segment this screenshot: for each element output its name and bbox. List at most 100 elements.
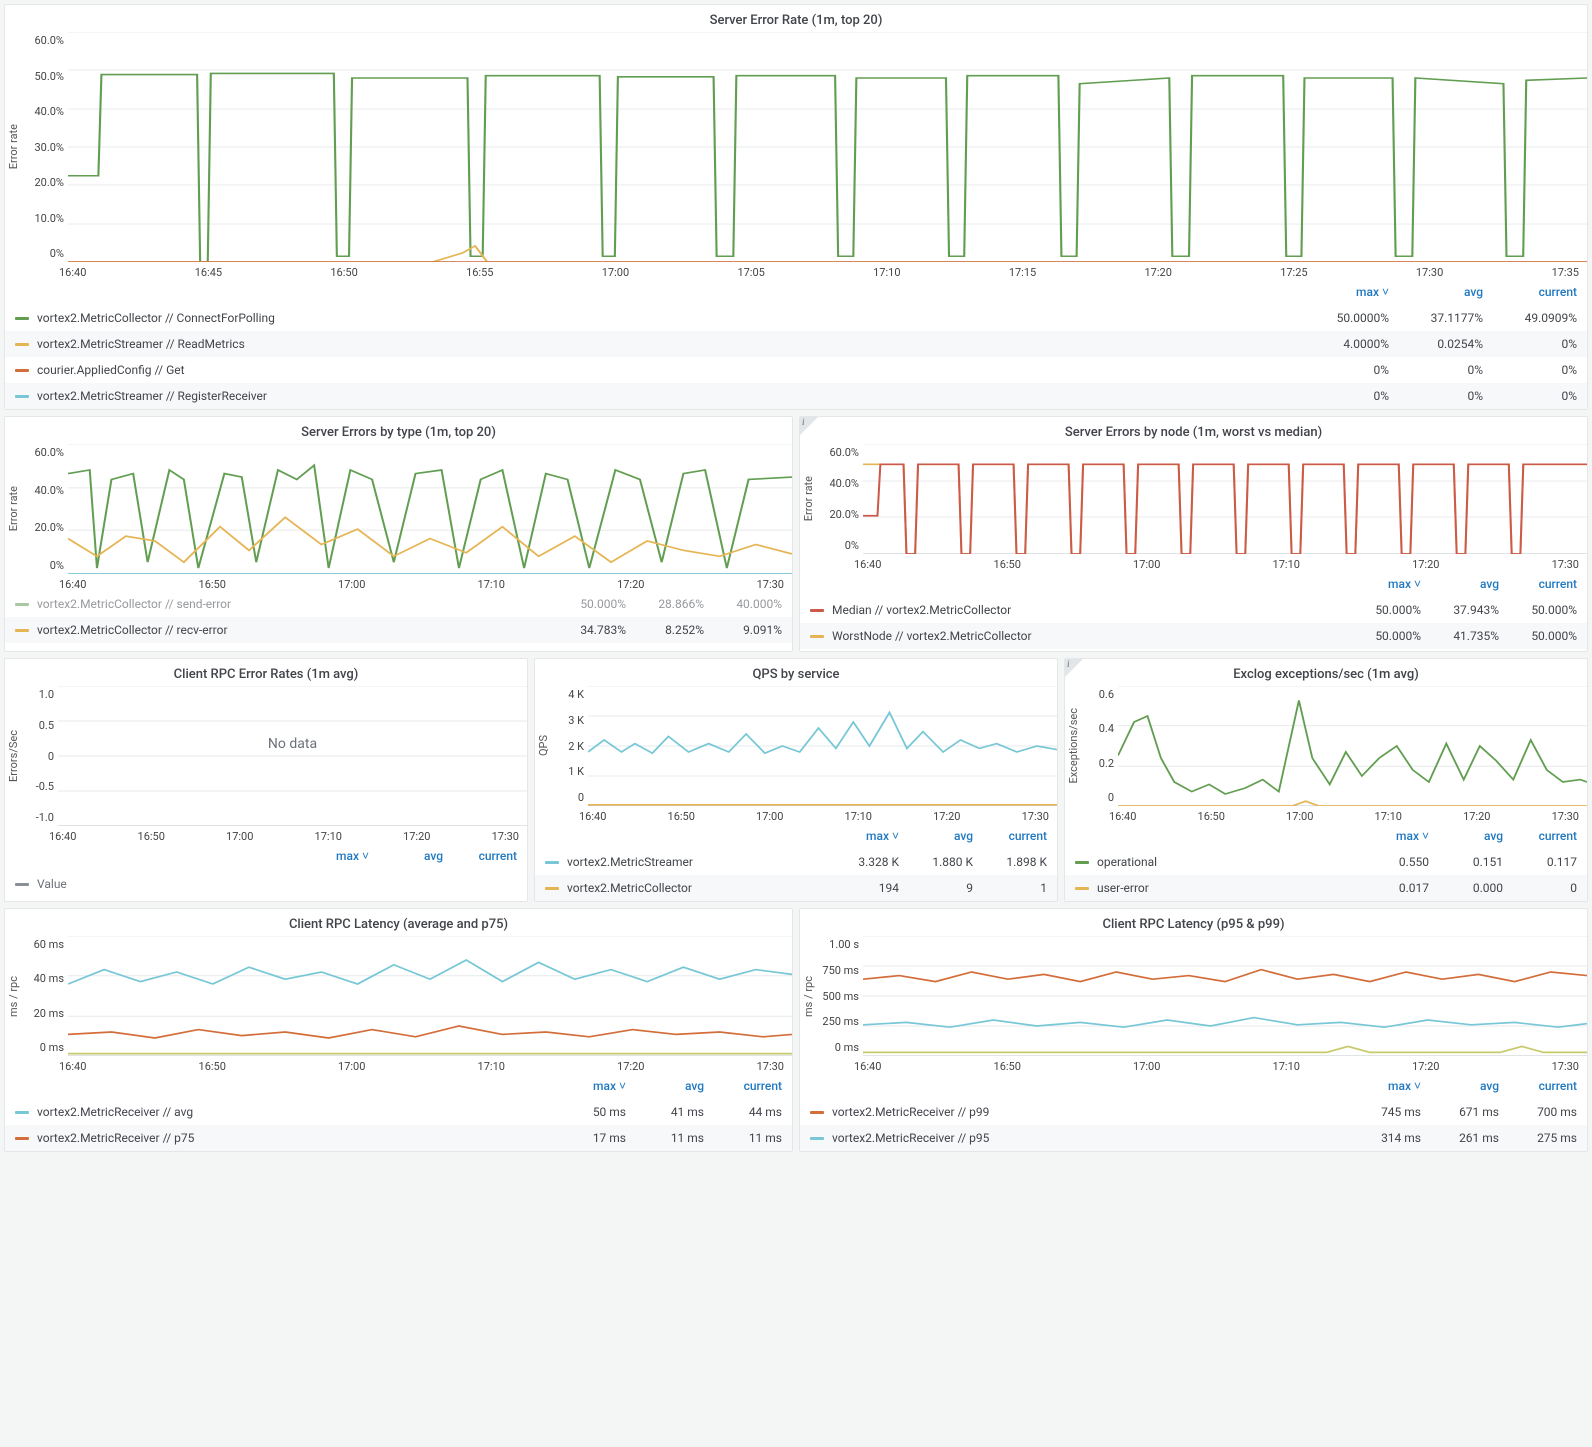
y-axis-label: Errors/Sec <box>5 730 22 782</box>
panel-server-errors-by-node[interactable]: Server Errors by node (1m, worst vs medi… <box>799 416 1588 652</box>
x-axis-ticks: 16:4016:5017:0017:1017:2017:30 <box>1101 806 1587 823</box>
panel-title: Server Errors by node (1m, worst vs medi… <box>800 417 1587 444</box>
swatch-icon <box>810 1111 824 1114</box>
panel-client-rpc-error-rates[interactable]: Client RPC Error Rates (1m avg) Errors/S… <box>4 658 528 902</box>
swatch-icon <box>15 1111 29 1114</box>
chart-svg <box>1118 686 1587 806</box>
swatch-icon <box>810 1137 824 1140</box>
legend-row[interactable]: vortex2.MetricCollector 19491 <box>535 875 1057 901</box>
y-axis-label: Exceptions/sec <box>1065 708 1082 783</box>
x-axis-ticks: 16:4016:5017:0017:1017:2017:30 <box>846 554 1587 571</box>
x-axis-ticks: 16:4016:5017:0017:1017:2017:30 <box>51 1056 792 1073</box>
legend: max avg current Value <box>5 843 527 899</box>
panel-qps-by-service[interactable]: QPS by service QPS 4 K3 K2 K1 K0 <box>534 658 1058 902</box>
y-axis-label: Error rate <box>5 486 22 531</box>
legend-sort-max[interactable]: max <box>1347 1079 1421 1093</box>
swatch-icon <box>810 635 824 638</box>
legend-row[interactable]: vortex2.MetricReceiver // p95 314 ms261 … <box>800 1125 1587 1151</box>
swatch-icon <box>15 603 29 606</box>
legend-sort-avg[interactable]: avg <box>1425 577 1499 591</box>
chart-svg <box>863 444 1587 554</box>
legend-sort-current[interactable]: current <box>1487 285 1577 299</box>
no-data-label: No data <box>268 736 317 752</box>
panel-title: QPS by service <box>535 659 1057 686</box>
y-axis-ticks: 60 ms40 ms20 ms0 ms <box>22 936 68 1056</box>
panel-title: Server Errors by type (1m, top 20) <box>5 417 792 444</box>
legend-sort-avg[interactable]: avg <box>1393 285 1483 299</box>
chart-svg <box>68 444 792 574</box>
swatch-icon <box>15 369 29 372</box>
legend-sort-max[interactable]: max <box>299 849 369 863</box>
legend-sort-max[interactable]: max <box>1359 829 1429 843</box>
legend-sort-avg[interactable]: avg <box>1425 1079 1499 1093</box>
x-axis-ticks: 16:4016:5017:0017:1017:2017:30 <box>846 1056 1587 1073</box>
legend: max avg current operational 0.5500.1510.… <box>1065 823 1587 901</box>
legend-sort-avg[interactable]: avg <box>630 1079 704 1093</box>
info-icon[interactable] <box>1065 659 1083 677</box>
y-axis-ticks: 0.60.40.20 <box>1082 686 1118 806</box>
legend-sort-avg[interactable]: avg <box>1433 829 1503 843</box>
swatch-icon <box>545 861 559 864</box>
y-axis-ticks: 4 K3 K2 K1 K0 <box>552 686 588 806</box>
panel-title: Server Error Rate (1m, top 20) <box>5 5 1587 32</box>
y-axis-ticks: 1.00.50-0.5-1.0 <box>22 686 58 826</box>
legend-row[interactable]: vortex2.MetricStreamer // ReadMetrics 4.… <box>5 331 1587 357</box>
legend-sort-current[interactable]: current <box>708 1079 782 1093</box>
legend-sort-current[interactable]: current <box>1503 577 1577 591</box>
y-axis-label: ms / rpc <box>800 976 817 1017</box>
chart-svg <box>68 32 1587 262</box>
legend-sort-max[interactable]: max <box>552 1079 626 1093</box>
legend: max avg current vortex2.MetricStreamer 3… <box>535 823 1057 901</box>
legend-sort-max[interactable]: max <box>829 829 899 843</box>
legend-sort-max[interactable]: max <box>1299 285 1389 299</box>
swatch-icon <box>15 343 29 346</box>
legend-sort-avg[interactable]: avg <box>903 829 973 843</box>
legend-sort-current[interactable]: current <box>1503 1079 1577 1093</box>
swatch-icon <box>15 1137 29 1140</box>
legend-row[interactable]: vortex2.MetricStreamer 3.328 K1.880 K1.8… <box>535 849 1057 875</box>
legend-sort-current[interactable]: current <box>977 829 1047 843</box>
info-icon[interactable] <box>800 417 818 435</box>
swatch-icon <box>15 395 29 398</box>
legend-row[interactable]: vortex2.MetricReceiver // p99 745 ms671 … <box>800 1099 1587 1125</box>
panel-exclog-exceptions[interactable]: Exclog exceptions/sec (1m avg) Exception… <box>1064 658 1588 902</box>
panel-title: Exclog exceptions/sec (1m avg) <box>1065 659 1587 686</box>
swatch-icon <box>545 887 559 890</box>
legend-row[interactable]: vortex2.MetricStreamer // send-error 0.0… <box>5 643 792 651</box>
legend-sort-current[interactable]: current <box>1507 829 1577 843</box>
legend-row[interactable]: vortex2.MetricStreamer // RegisterReceiv… <box>5 383 1587 409</box>
legend-row[interactable]: vortex2.MetricReceiver // p75 17 ms11 ms… <box>5 1125 792 1151</box>
chart-svg <box>58 686 527 826</box>
legend-row[interactable]: WorstNode // vortex2.MetricCollector 50.… <box>800 623 1587 649</box>
y-axis-ticks: 1.00 s750 ms500 ms250 ms0 ms <box>817 936 863 1056</box>
panel-client-rpc-latency-p95-p99[interactable]: Client RPC Latency (p95 & p99) ms / rpc … <box>799 908 1588 1152</box>
panel-client-rpc-latency-avg-p75[interactable]: Client RPC Latency (average and p75) ms … <box>4 908 793 1152</box>
panel-title: Client RPC Error Rates (1m avg) <box>5 659 527 686</box>
legend: max avg current vortex2.MetricReceiver /… <box>800 1073 1587 1151</box>
legend-row[interactable]: Value <box>5 869 527 899</box>
panel-server-error-rate[interactable]: Server Error Rate (1m, top 20) Error rat… <box>4 4 1588 410</box>
panel-server-errors-by-type[interactable]: Server Errors by type (1m, top 20) Error… <box>4 416 793 652</box>
y-axis-ticks: 60.0%40.0%20.0%0% <box>22 444 68 574</box>
swatch-icon <box>810 609 824 612</box>
legend-sort-max[interactable]: max <box>1347 577 1421 591</box>
y-axis-ticks: 60.0%50.0%40.0%30.0%20.0%10.0%0% <box>22 32 68 262</box>
panel-title: Client RPC Latency (p95 & p99) <box>800 909 1587 936</box>
swatch-icon <box>15 883 29 886</box>
legend-body: vortex2.MetricCollector // ConnectForPol… <box>5 305 1587 409</box>
legend-row[interactable]: vortex2.MetricReceiver // avg 50 ms41 ms… <box>5 1099 792 1125</box>
legend-row[interactable]: operational 0.5500.1510.117 <box>1065 849 1587 875</box>
legend-row[interactable]: user-error 0.0170.0000 <box>1065 875 1587 901</box>
panel-title: Client RPC Latency (average and p75) <box>5 909 792 936</box>
legend-sort-avg[interactable]: avg <box>373 849 443 863</box>
legend-row[interactable]: vortex2.MetricCollector // recv-error 34… <box>5 617 792 643</box>
legend-row[interactable]: vortex2.MetricCollector // send-error 50… <box>5 591 792 617</box>
legend: max avg current Median // vortex2.Metric… <box>800 571 1587 649</box>
legend-row[interactable]: courier.AppliedConfig // Get 0%0%0% <box>5 357 1587 383</box>
legend-row[interactable]: Median // vortex2.MetricCollector 50.000… <box>800 597 1587 623</box>
legend-sort-current[interactable]: current <box>447 849 517 863</box>
dashboard: Server Error Rate (1m, top 20) Error rat… <box>4 4 1588 1152</box>
legend-row[interactable]: vortex2.MetricCollector // ConnectForPol… <box>5 305 1587 331</box>
x-axis-ticks: 16:4016:5017:0017:1017:2017:30 <box>51 574 792 591</box>
y-axis-label: ms / rpc <box>5 976 22 1017</box>
